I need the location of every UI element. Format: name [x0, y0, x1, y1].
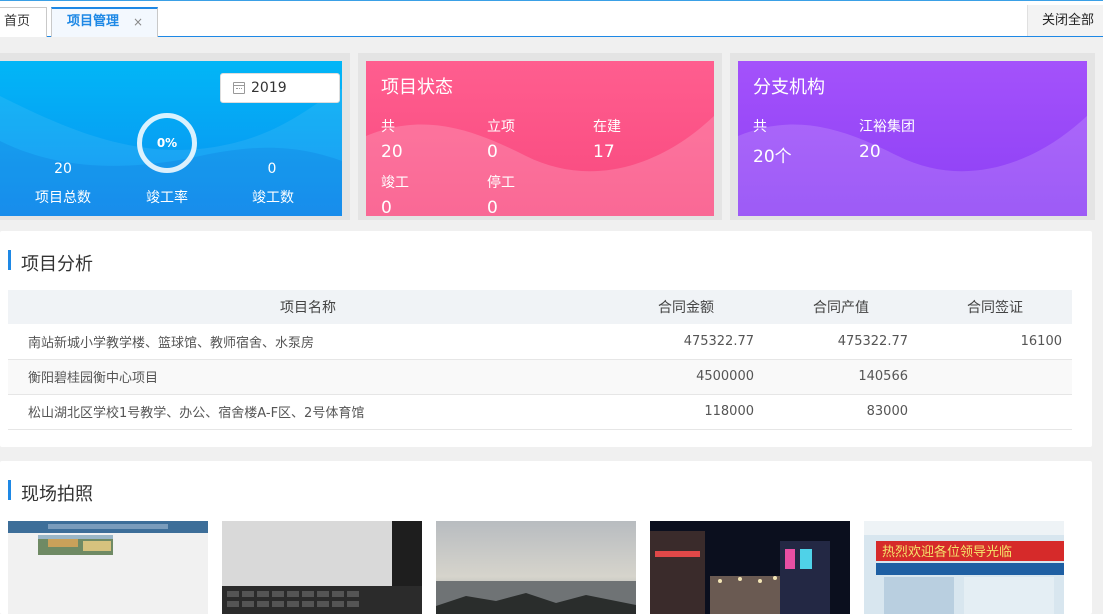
site-photo-5[interactable]: 热烈欢迎各位领导光临	[864, 521, 1064, 614]
calendar-icon	[233, 82, 245, 94]
contract-output: 475322.77	[764, 324, 918, 360]
banner-text: 热烈欢迎各位领导光临	[882, 544, 1012, 560]
site-photo-3[interactable]	[436, 521, 636, 614]
close-icon[interactable]: ×	[133, 9, 143, 35]
table-header-row: 项目名称 合同金额 合同产值 合同签证	[8, 290, 1072, 324]
photo-lake-image	[436, 521, 636, 614]
status-completed-value: 0	[381, 198, 392, 216]
status-stopped-label: 停工	[487, 175, 515, 191]
project-analysis-panel: 项目分析 项目名称 合同金额 合同产值 合同签证 南站新城小学教学楼、篮球馆、教…	[0, 231, 1092, 447]
branch-total-value: 20个	[753, 147, 792, 167]
status-title: 项目状态	[381, 77, 453, 98]
site-photo-2[interactable]	[222, 521, 422, 614]
site-photos-panel: 现场拍照 热烈欢迎各位领导光临	[0, 461, 1092, 614]
contract-visa	[918, 359, 1072, 395]
year-value: 2019	[251, 80, 287, 96]
completed-count-label: 竣工数	[252, 190, 294, 206]
completion-rate-value: 0%	[156, 136, 178, 150]
branch-group-label: 江裕集团	[859, 119, 915, 135]
table-row[interactable]: 南站新城小学教学楼、篮球馆、教师宿舍、水泵房 475322.77 475322.…	[8, 324, 1072, 360]
project-name-link[interactable]: 衡阳碧桂园衡中心项目	[8, 359, 608, 395]
tab-home-label: 首页	[4, 14, 31, 29]
analysis-title: 项目分析	[21, 254, 93, 275]
year-picker[interactable]: 2019	[220, 73, 340, 103]
status-approved-value: 0	[487, 142, 498, 162]
column-header-visa[interactable]: 合同签证	[918, 290, 1072, 324]
tab-home[interactable]: 首页	[0, 7, 47, 37]
project-name-link[interactable]: 松山湖北区学校1号教学、办公、宿舍楼A-F区、2号体育馆	[8, 394, 608, 430]
title-accent-bar	[8, 480, 11, 500]
project-table: 项目名称 合同金额 合同产值 合同签证 南站新城小学教学楼、篮球馆、教师宿舍、水…	[8, 290, 1072, 430]
title-accent-bar	[8, 250, 11, 270]
branch-group-value: 20	[859, 142, 881, 162]
status-total-label: 共	[381, 119, 395, 135]
column-header-output[interactable]: 合同产值	[764, 290, 918, 324]
branch-title: 分支机构	[753, 77, 825, 98]
completed-count-value: 0	[267, 161, 277, 177]
tab-project-management[interactable]: 项目管理 ×	[51, 7, 158, 37]
project-name-link[interactable]: 南站新城小学教学楼、篮球馆、教师宿舍、水泵房	[8, 324, 608, 360]
tab-bar: 首页 项目管理 × 关闭全部	[0, 0, 1103, 37]
photo-laptop-image	[222, 521, 422, 614]
contract-output: 83000	[764, 394, 918, 430]
contract-amount: 4500000	[608, 359, 764, 395]
photo-screenshot-image	[8, 521, 208, 555]
contract-output: 140566	[764, 359, 918, 395]
total-projects-value: 20	[54, 161, 72, 177]
photos-title: 现场拍照	[21, 484, 93, 505]
status-approved-label: 立项	[487, 119, 515, 135]
tab-project-label: 项目管理	[67, 14, 120, 29]
status-completed-label: 竣工	[381, 175, 409, 191]
table-row[interactable]: 松山湖北区学校1号教学、办公、宿舍楼A-F区、2号体育馆 118000 8300…	[8, 394, 1072, 430]
status-building-value: 17	[593, 142, 615, 162]
contract-visa	[918, 394, 1072, 430]
close-all-button[interactable]: 关闭全部	[1027, 5, 1103, 36]
completion-rate-label: 竣工率	[146, 190, 188, 206]
status-total-value: 20	[381, 142, 403, 162]
branch-total-label: 共	[753, 119, 767, 135]
column-header-amount[interactable]: 合同金额	[608, 290, 764, 324]
status-stopped-value: 0	[487, 198, 498, 216]
summary-card: 2019 0% 20 项目总数 竣工率 0 竣工数	[0, 61, 342, 216]
contract-amount: 475322.77	[608, 324, 764, 360]
photo-night-street-image	[650, 521, 850, 614]
total-projects-label: 项目总数	[35, 190, 91, 206]
contract-amount: 118000	[608, 394, 764, 430]
photo-banner-building-image: 热烈欢迎各位领导光临	[864, 521, 1064, 614]
contract-visa: 16100	[918, 324, 1072, 360]
column-header-name[interactable]: 项目名称	[8, 290, 608, 324]
site-photo-1[interactable]	[8, 521, 208, 614]
table-row[interactable]: 衡阳碧桂园衡中心项目 4500000 140566	[8, 359, 1072, 395]
status-card: 项目状态 共 20 立项 0 在建 17 竣工 0 停工 0	[366, 61, 714, 216]
site-photo-4[interactable]	[650, 521, 850, 614]
status-building-label: 在建	[593, 119, 621, 135]
branch-card: 分支机构 共 20个 江裕集团 20	[738, 61, 1087, 216]
